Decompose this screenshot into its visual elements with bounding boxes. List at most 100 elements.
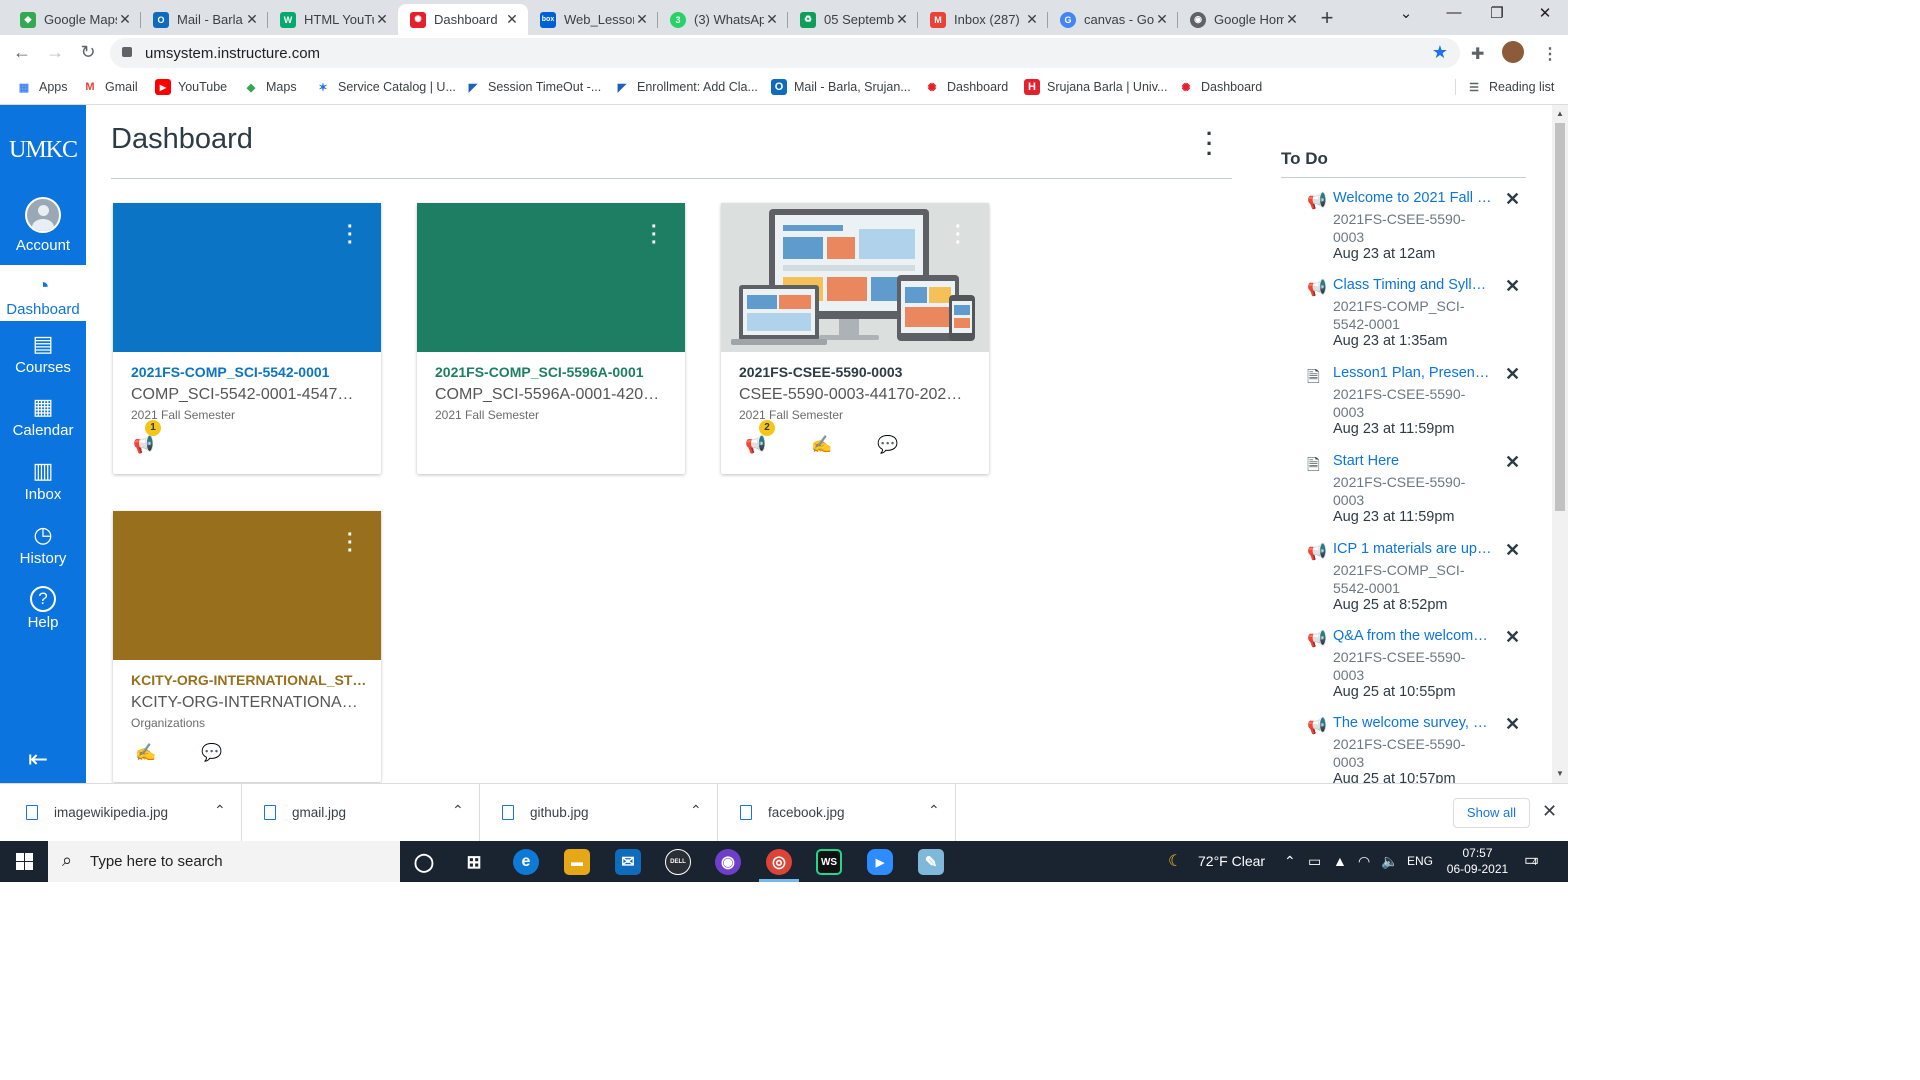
close-icon[interactable]: ✕ — [244, 11, 260, 28]
dashboard-options-icon[interactable]: · · · — [1206, 123, 1213, 165]
notepad-icon[interactable]: ✎ — [918, 849, 944, 875]
bookmark-maps[interactable]: ◆ Maps — [243, 79, 297, 95]
bookmark-dashboard-2[interactable]: ✺ Dashboard — [1178, 79, 1262, 95]
bookmark-service-catalog[interactable]: ✶ Service Catalog | U... — [315, 79, 456, 95]
bookmark-dashboard[interactable]: ✺ Dashboard — [924, 79, 1008, 95]
tab-outlook-mail[interactable]: O Mail - Barla, Srujana ✕ — [141, 4, 268, 35]
card-options-icon[interactable]: · · · — [955, 217, 962, 253]
nav-account[interactable]: Account — [0, 197, 86, 263]
close-icon[interactable]: ✕ — [1024, 11, 1040, 28]
dell-icon[interactable]: DELL — [665, 849, 691, 875]
close-shelf-icon[interactable]: ✕ — [1542, 801, 1557, 822]
bookmark-apps[interactable]: ▦ Apps — [16, 79, 68, 95]
webstorm-icon[interactable]: WS — [816, 849, 842, 875]
bookmark-star-icon[interactable]: ★ — [1432, 42, 1448, 63]
discussions-icon[interactable]: 💬 — [877, 435, 898, 455]
todo-title-link[interactable]: Welcome to 2021 Fall Semester — [1333, 190, 1493, 206]
dismiss-icon[interactable]: ✕ — [1505, 714, 1520, 735]
download-item[interactable]: imagewikipedia.jpg ⌃ — [4, 784, 242, 842]
zoom-icon[interactable]: ▶ — [867, 849, 893, 875]
extensions-icon[interactable]: ✚ — [1471, 44, 1484, 64]
nav-courses[interactable]: ▤ Courses — [0, 331, 86, 376]
forward-icon[interactable]: → — [44, 42, 66, 63]
discussions-icon[interactable]: 💬 — [201, 743, 222, 763]
tab-w3schools[interactable]: W HTML YouTube ✕ — [268, 4, 398, 35]
dismiss-icon[interactable]: ✕ — [1505, 276, 1520, 297]
assignments-icon[interactable]: ✍ — [135, 743, 156, 763]
card-options-icon[interactable]: · · · — [347, 217, 354, 253]
widgets-icon[interactable]: ⊞ — [461, 849, 487, 875]
umkc-logo[interactable]: UMKC — [0, 137, 86, 164]
browser-menu-icon[interactable]: ⋮ — [1542, 44, 1558, 64]
chrome-icon[interactable]: ◎ — [766, 849, 792, 875]
nav-help[interactable]: ? Help — [0, 586, 86, 631]
show-hidden-icons-icon[interactable]: ⌃ — [1284, 853, 1296, 870]
download-item[interactable]: github.jpg ⌃ — [480, 784, 718, 842]
tab-whatsapp[interactable]: 3 (3) WhatsApp ✕ — [658, 4, 788, 35]
page-scrollbar[interactable]: ▲ ▼ — [1552, 105, 1568, 783]
taskbar-search-input[interactable]: ⌕ Type here to search — [48, 841, 400, 882]
course-title-link[interactable]: 2021FS-COMP_SCI-5542-0001 — [131, 364, 371, 380]
tab-box[interactable]: box Web_Lessons ✕ — [528, 4, 658, 35]
bookmark-enrollment[interactable]: ◤ Enrollment: Add Cla... — [614, 79, 758, 95]
close-icon[interactable]: ✕ — [634, 11, 650, 28]
bookmark-gmail[interactable]: M Gmail — [82, 79, 137, 95]
close-icon[interactable]: ✕ — [1154, 11, 1170, 28]
todo-title-link[interactable]: Start Here — [1333, 453, 1493, 469]
dismiss-icon[interactable]: ✕ — [1505, 540, 1520, 561]
task-view-icon[interactable]: ◯ — [411, 849, 437, 875]
github-desktop-icon[interactable]: ◉ — [715, 849, 741, 875]
file-explorer-icon[interactable]: ▬ — [564, 849, 590, 875]
tab-google-home[interactable]: ◉ Google Home ✕ — [1178, 4, 1308, 35]
todo-title-link[interactable]: ICP 1 materials are uploaded — [1333, 541, 1493, 557]
card-options-icon[interactable]: · · · — [347, 525, 354, 561]
todo-title-link[interactable]: The welcome survey, Class — [1333, 715, 1493, 731]
announcements-icon[interactable]: 📢 — [133, 435, 154, 455]
dismiss-icon[interactable]: ✕ — [1505, 364, 1520, 385]
course-card-image-header[interactable] — [721, 203, 989, 352]
mail-icon[interactable]: ✉ — [615, 849, 641, 875]
close-icon[interactable]: ✕ — [117, 11, 133, 28]
chevron-up-icon[interactable]: ⌃ — [452, 802, 464, 819]
tab-google-maps[interactable]: ◆ Google Maps ✕ — [8, 4, 141, 35]
course-title-link[interactable]: 2021FS-CSEE-5590-0003 — [739, 364, 979, 380]
close-icon[interactable]: ✕ — [894, 11, 910, 28]
course-card[interactable]: · · · 2021FS-COMP_SCI-5596A-0001 COMP_SCI-… — [417, 203, 685, 474]
dismiss-icon[interactable]: ✕ — [1505, 452, 1520, 473]
bookmark-handshake[interactable]: H Srujana Barla | Univ... — [1024, 79, 1167, 95]
system-clock[interactable]: 07:57 06-09-2021 — [1440, 845, 1515, 877]
dismiss-icon[interactable]: ✕ — [1505, 189, 1520, 210]
bookmark-outlook-mail[interactable]: O Mail - Barla, Srujan... — [771, 79, 911, 95]
reading-list[interactable]: ☰ Reading list — [1455, 79, 1554, 95]
nav-calendar[interactable]: ▦ Calendar — [0, 394, 86, 439]
announcements-icon[interactable]: 📢 — [745, 435, 766, 455]
scroll-up-icon[interactable]: ▲ — [1556, 109, 1564, 118]
todo-title-link[interactable]: Class Timing and Syllabus — [1333, 277, 1493, 293]
tab-google-search[interactable]: G canvas - Google ✕ — [1048, 4, 1178, 35]
download-item[interactable]: facebook.jpg ⌃ — [718, 784, 956, 842]
collapse-nav-icon[interactable]: ⇤ — [28, 745, 48, 774]
window-close-icon[interactable]: ✕ — [1525, 4, 1565, 22]
wifi-icon[interactable]: ◠ — [1358, 853, 1370, 870]
url-text[interactable]: umsystem.instructure.com — [145, 45, 320, 62]
course-card-color-header[interactable] — [113, 203, 381, 352]
todo-title-link[interactable]: Q&A from the welcome session — [1333, 628, 1493, 644]
bookmark-youtube[interactable]: ▶ YouTube — [155, 79, 227, 95]
network-icon[interactable]: ▲ — [1333, 853, 1347, 869]
close-icon[interactable]: ✕ — [504, 11, 520, 28]
reload-icon[interactable]: ↻ — [77, 42, 99, 63]
course-card-color-header[interactable] — [113, 511, 381, 660]
nav-history[interactable]: ◷ History — [0, 522, 86, 567]
address-bar[interactable]: umsystem.instructure.com ★ — [110, 38, 1460, 68]
volume-icon[interactable]: 🔈 — [1381, 853, 1398, 870]
scroll-down-icon[interactable]: ▼ — [1556, 769, 1564, 778]
course-card[interactable]: · · · 2021FS-COMP_SCI-5542-0001 COMP_SCI-5… — [113, 203, 381, 474]
battery-icon[interactable]: ▭ — [1308, 853, 1321, 870]
windows-start-icon[interactable] — [16, 853, 33, 870]
show-all-downloads-button[interactable]: Show all — [1453, 798, 1530, 828]
course-card[interactable]: ··· KCITY-ORG-INTERNATIONAL_STUDENTS KCI… — [113, 511, 381, 782]
new-tab-button[interactable]: + — [1316, 5, 1338, 31]
tab-dashboard[interactable]: ✺ Dashboard ✕ — [398, 4, 528, 35]
back-icon[interactable]: ← — [11, 42, 33, 63]
download-item[interactable]: gmail.jpg ⌃ — [242, 784, 480, 842]
